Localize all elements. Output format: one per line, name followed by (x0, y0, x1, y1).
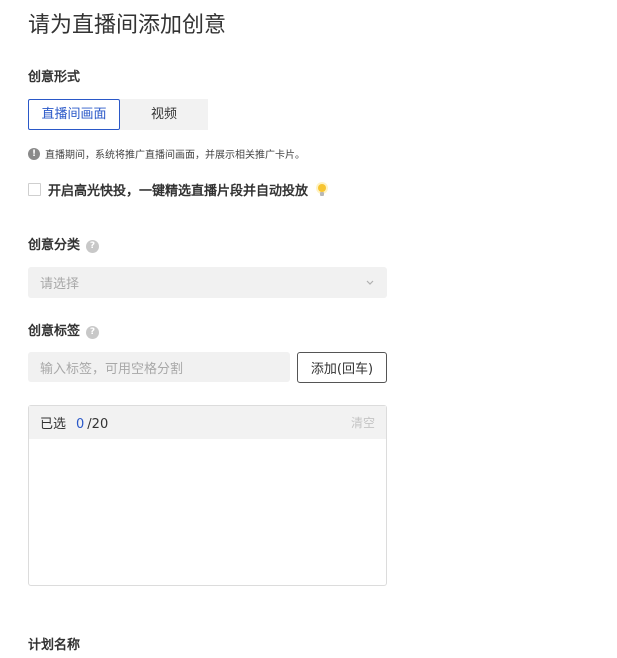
creative-form-info: ! 直播期间，系统将推广直播间画面，并展示相关推广卡片。 (28, 146, 305, 161)
chevron-down-icon (365, 280, 375, 286)
bulb-icon (314, 181, 330, 199)
highlight-checkbox[interactable] (28, 183, 41, 196)
tab-live-room-screen[interactable]: 直播间画面 (28, 99, 120, 130)
add-tag-button[interactable]: 添加(回车) (297, 352, 387, 383)
creative-form-label: 创意形式 (28, 69, 80, 87)
plan-name-label: 计划名称 (28, 637, 80, 655)
page-title: 请为直播间添加创意 (28, 13, 227, 38)
tab-video[interactable]: 视频 (120, 99, 208, 130)
tag-input[interactable]: 输入标签，可用空格分割 (28, 352, 290, 382)
help-icon[interactable]: ? (86, 325, 100, 339)
selected-count: 已选 0/20 (40, 413, 108, 432)
tag-input-placeholder: 输入标签，可用空格分割 (40, 361, 184, 377)
selected-count-current: 0 (76, 417, 85, 432)
help-icon[interactable]: ? (86, 239, 100, 253)
selected-label: 已选 (40, 417, 67, 432)
highlight-option: 开启高光快投，一键精选直播片段并自动投放 (28, 180, 330, 199)
creative-tags-label: 创意标签 ? (28, 323, 100, 341)
creative-form-tabs: 直播间画面 视频 (28, 99, 208, 130)
creative-category-select[interactable]: 请选择 (28, 267, 387, 298)
creative-category-label: 创意分类 ? (28, 237, 100, 255)
highlight-option-label[interactable]: 开启高光快投，一键精选直播片段并自动投放 (48, 180, 308, 199)
creative-tags-label-text: 创意标签 (28, 324, 81, 339)
selected-count-max: /20 (87, 417, 109, 432)
creative-form-label-text: 创意形式 (28, 70, 81, 85)
creative-settings-page: 请为直播间添加创意 创意形式 直播间画面 视频 ! 直播期间，系统将推广直播间画… (0, 0, 617, 658)
selected-tags-header: 已选 0/20 清空 (29, 406, 386, 439)
creative-category-placeholder: 请选择 (40, 277, 80, 292)
selected-tags-panel: 已选 0/20 清空 (28, 405, 387, 586)
creative-category-label-text: 创意分类 (28, 238, 81, 253)
plan-name-label-text: 计划名称 (28, 638, 81, 653)
creative-form-info-text: 直播期间，系统将推广直播间画面，并展示相关推广卡片。 (45, 150, 305, 161)
info-icon: ! (28, 147, 40, 160)
clear-button[interactable]: 清空 (351, 414, 375, 431)
